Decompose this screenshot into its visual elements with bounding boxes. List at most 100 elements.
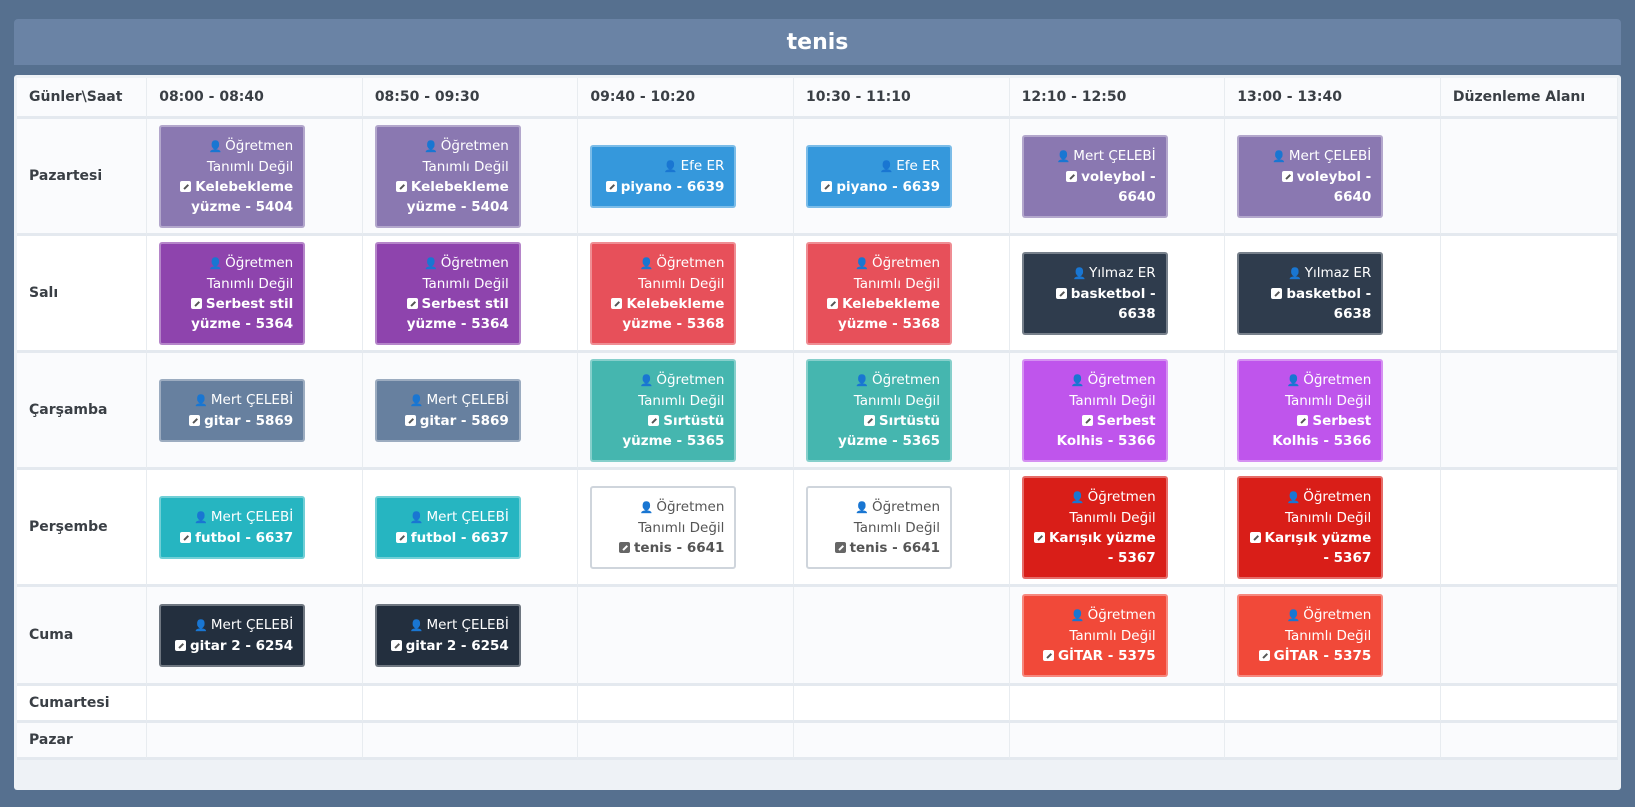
teacher-line: 👤 Efe ER [818, 156, 941, 177]
slot-cell[interactable]: 👤 Öğretmen Tanımlı Değil Karışık yüzme - 5… [1225, 470, 1441, 587]
lesson-card[interactable]: 👤 Öğretmen Tanımlı Değil Serbest stil yüzm… [159, 241, 306, 345]
slot-cell[interactable]: 👤 Öğretmen Tanımlı Değil Kelebekleme yüzme… [362, 119, 579, 236]
lesson-card[interactable]: 👤 Mert ÇELEBİ voleybol - 6640 [1021, 134, 1168, 218]
edit-area-cell[interactable] [1440, 723, 1618, 760]
lesson-name: Kelebekleme yüzme - 5404 [191, 178, 294, 215]
lesson-line: Serbest stil yüzme - 5364 [171, 294, 293, 334]
slot-cell[interactable]: 👤 Öğretmen Tanımlı Değil Sırtüstü yüzme - … [578, 353, 795, 470]
slot-cell[interactable] [147, 686, 363, 723]
slot-cell[interactable] [578, 723, 795, 760]
slot-cell[interactable]: 👤 Öğretmen Tanımlı Değil tenis - 6641 [578, 470, 795, 587]
lesson-card[interactable]: 👤 Öğretmen Tanımlı Değil Serbest stil yüzm… [374, 241, 521, 345]
slot-cell[interactable]: 👤 Öğretmen Tanımlı Değil Kelebekleme yüzme… [794, 236, 1010, 353]
slot-cell[interactable]: 👤 Mert ÇELEBİ futbol - 6637 [147, 470, 363, 587]
edit-icon [827, 297, 839, 309]
teacher-line: 👤 Öğretmen Tanımlı Değil [602, 370, 724, 411]
slot-cell[interactable]: 👤 Öğretmen Tanımlı Değil Sırtüstü yüzme - … [794, 353, 1010, 470]
lesson-name: Serbest Kolhis - 5366 [1056, 412, 1156, 449]
lesson-card[interactable]: 👤 Öğretmen Tanımlı Değil Sırtüstü yüzme - … [806, 358, 953, 462]
slot-cell[interactable]: 👤 Mert ÇELEBİ gitar - 5869 [362, 353, 579, 470]
user-icon: 👤 [424, 256, 438, 270]
user-icon: 👤 [1070, 373, 1085, 387]
slot-cell[interactable]: 👤 Mert ÇELEBİ voleybol - 6640 [1009, 119, 1226, 236]
lesson-card[interactable]: 👤 Öğretmen Tanımlı Değil GİTAR - 5375 [1021, 593, 1168, 677]
slot-cell[interactable]: 👤 Öğretmen Tanımlı Değil GİTAR - 5375 [1009, 587, 1226, 686]
lesson-line: gitar 2 - 6254 [171, 636, 293, 656]
lesson-card[interactable]: 👤 Öğretmen Tanımlı Değil Kelebekleme yüzme… [806, 241, 953, 345]
lesson-card[interactable]: 👤 Öğretmen Tanımlı Değil GİTAR - 5375 [1237, 593, 1384, 677]
edit-icon [180, 180, 192, 192]
lesson-card[interactable]: 👤 Öğretmen Tanımlı Değil Sırtüstü yüzme - … [590, 358, 737, 462]
slot-cell[interactable] [1009, 723, 1226, 760]
slot-cell[interactable]: 👤 Mert ÇELEBİ gitar - 5869 [147, 353, 363, 470]
lesson-card[interactable]: 👤 Efe ER piyano - 6639 [806, 144, 953, 208]
slot-cell[interactable] [794, 723, 1010, 760]
lesson-card[interactable]: 👤 Mert ÇELEBİ gitar - 5869 [374, 378, 521, 442]
edit-area-cell[interactable] [1440, 119, 1618, 236]
slot-cell[interactable]: 👤 Mert ÇELEBİ gitar 2 - 6254 [147, 587, 363, 686]
slot-cell[interactable] [362, 723, 579, 760]
slot-cell[interactable] [362, 686, 579, 723]
slot-cell[interactable]: 👤 Öğretmen Tanımlı Değil Kelebekleme yüzme… [147, 119, 363, 236]
teacher-name: Mert ÇELEBİ [1073, 147, 1156, 164]
lesson-name: tenis - 6641 [633, 539, 725, 556]
lesson-card[interactable]: 👤 Mert ÇELEBİ gitar 2 - 6254 [159, 603, 306, 667]
edit-area-cell[interactable] [1440, 587, 1618, 686]
lesson-card[interactable]: 👤 Öğretmen Tanımlı Değil Kelebekleme yüzme… [590, 241, 737, 345]
lesson-card[interactable]: 👤 Mert ÇELEBİ voleybol - 6640 [1237, 134, 1384, 218]
slot-cell[interactable]: 👤 Öğretmen Tanımlı Değil Karışık yüzme - 5… [1009, 470, 1226, 587]
lesson-card[interactable]: 👤 Mert ÇELEBİ gitar - 5869 [159, 378, 306, 442]
edit-area-cell[interactable] [1440, 470, 1618, 587]
lesson-card[interactable]: 👤 Mert ÇELEBİ gitar 2 - 6254 [374, 603, 521, 667]
user-icon: 👤 [855, 256, 869, 270]
slot-cell[interactable]: 👤 Efe ER piyano - 6639 [794, 119, 1010, 236]
slot-cell[interactable]: 👤 Öğretmen Tanımlı Değil tenis - 6641 [794, 470, 1010, 587]
lesson-card[interactable]: 👤 Yılmaz ER basketbol - 6638 [1021, 251, 1168, 335]
teacher-name: Yılmaz ER [1089, 264, 1156, 281]
lesson-card[interactable]: 👤 Öğretmen Tanımlı Değil Serbest Kolhis - … [1021, 358, 1168, 462]
slot-cell[interactable]: 👤 Efe ER piyano - 6639 [578, 119, 795, 236]
slot-cell[interactable] [147, 723, 363, 760]
teacher-line: 👤 Mert ÇELEBİ [1249, 146, 1371, 167]
lesson-card[interactable]: 👤 Öğretmen Tanımlı Değil Karışık yüzme - 5… [1021, 475, 1168, 579]
slot-cell[interactable]: 👤 Mert ÇELEBİ gitar 2 - 6254 [362, 587, 579, 686]
slot-cell[interactable]: 👤 Mert ÇELEBİ futbol - 6637 [362, 470, 579, 587]
lesson-card[interactable]: 👤 Mert ÇELEBİ futbol - 6637 [159, 495, 306, 559]
lesson-card[interactable]: 👤 Efe ER piyano - 6639 [590, 144, 737, 208]
slot-cell[interactable] [794, 587, 1010, 686]
slot-cell[interactable]: 👤 Öğretmen Tanımlı Değil Serbest Kolhis - … [1009, 353, 1226, 470]
lesson-card[interactable]: 👤 Öğretmen Tanımlı Değil Kelebekleme yüzme… [159, 124, 306, 228]
teacher-name: Mert ÇELEBİ [1288, 147, 1372, 164]
edit-area-cell[interactable] [1440, 236, 1618, 353]
slot-cell[interactable]: 👤 Öğretmen Tanımlı Değil Serbest stil yüzm… [147, 236, 363, 353]
lesson-card[interactable]: 👤 Öğretmen Tanımlı Değil Kelebekleme yüzme… [374, 124, 521, 228]
slot-cell[interactable]: 👤 Mert ÇELEBİ voleybol - 6640 [1225, 119, 1441, 236]
slot-cell[interactable] [1009, 686, 1226, 723]
slot-cell[interactable] [794, 686, 1010, 723]
lesson-card[interactable]: 👤 Mert ÇELEBİ futbol - 6637 [374, 495, 521, 559]
slot-cell[interactable] [578, 587, 795, 686]
slot-cell[interactable]: 👤 Öğretmen Tanımlı Değil Serbest Kolhis - … [1225, 353, 1441, 470]
slot-cell[interactable]: 👤 Yılmaz ER basketbol - 6638 [1009, 236, 1226, 353]
lesson-card[interactable]: 👤 Öğretmen Tanımlı Değil tenis - 6641 [590, 485, 737, 569]
lesson-card[interactable]: 👤 Öğretmen Tanımlı Değil tenis - 6641 [806, 485, 953, 569]
teacher-line: 👤 Mert ÇELEBİ [171, 507, 293, 528]
lesson-line: voleybol - 6640 [1249, 167, 1371, 207]
lesson-name: GİTAR - 5375 [1057, 647, 1156, 664]
teacher-name: Mert ÇELEBİ [210, 616, 294, 633]
slot-cell[interactable] [1225, 723, 1441, 760]
slot-cell[interactable] [578, 686, 795, 723]
edit-area-cell[interactable] [1440, 686, 1618, 723]
lesson-card[interactable]: 👤 Yılmaz ER basketbol - 6638 [1237, 251, 1384, 335]
lesson-name: Sırtüstü yüzme - 5365 [837, 412, 941, 449]
lesson-card[interactable]: 👤 Öğretmen Tanımlı Değil Karışık yüzme - 5… [1237, 475, 1384, 579]
lesson-card[interactable]: 👤 Öğretmen Tanımlı Değil Serbest Kolhis - … [1237, 358, 1384, 462]
day-label: Cuma [17, 587, 148, 686]
slot-cell[interactable]: 👤 Öğretmen Tanımlı Değil Serbest stil yüzm… [362, 236, 579, 353]
slot-cell[interactable] [1225, 686, 1441, 723]
edit-area-cell[interactable] [1440, 353, 1618, 470]
slot-cell[interactable]: 👤 Öğretmen Tanımlı Değil Kelebekleme yüzme… [578, 236, 795, 353]
slot-cell[interactable]: 👤 Yılmaz ER basketbol - 6638 [1225, 236, 1441, 353]
day-label: Cumartesi [17, 686, 148, 723]
slot-cell[interactable]: 👤 Öğretmen Tanımlı Değil GİTAR - 5375 [1225, 587, 1441, 686]
